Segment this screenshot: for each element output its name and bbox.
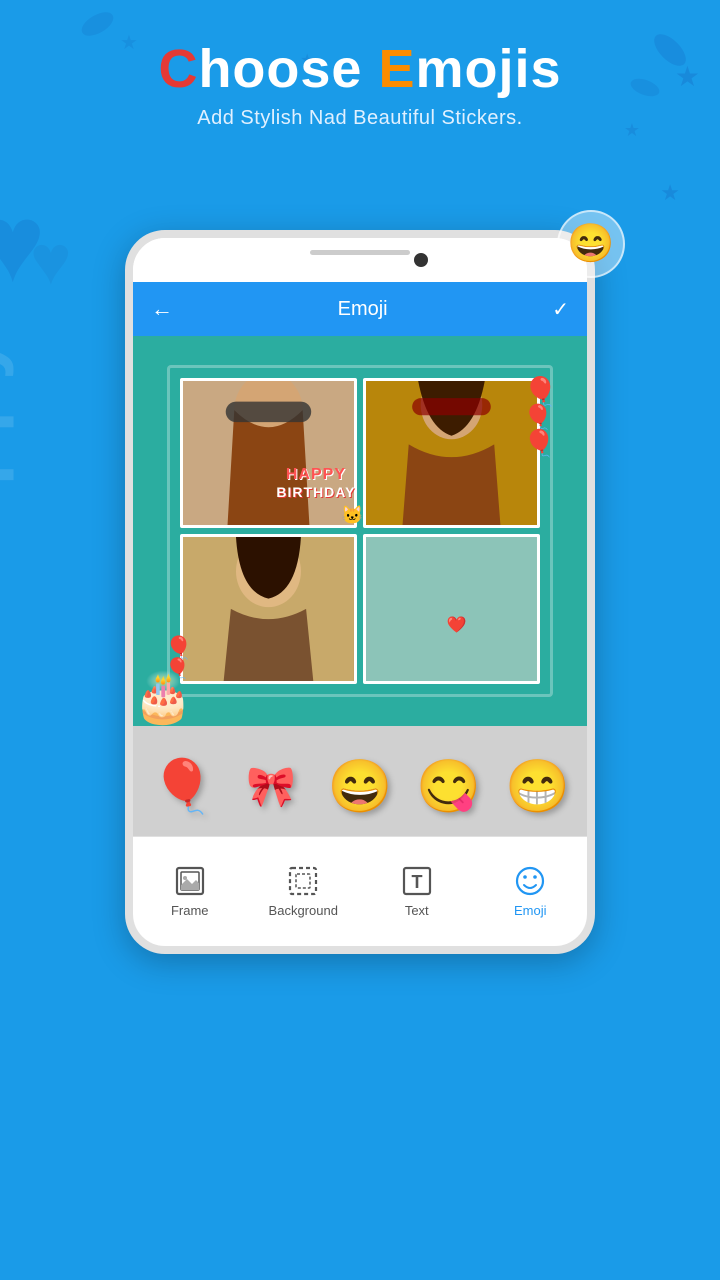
photo-2	[366, 381, 537, 525]
text-icon: T	[401, 865, 433, 897]
title-letter-e: E	[378, 39, 415, 99]
sticker-pink-balloon[interactable]: 🎀	[232, 742, 311, 831]
photo-1	[183, 381, 354, 525]
photo-collage-area: HAPPY BIRTHDAY 🎈 🎈 🎈 🎈 🎈	[133, 336, 587, 726]
phone-top-bar	[133, 238, 587, 282]
photo-3	[183, 537, 354, 681]
nav-item-background[interactable]: Background	[247, 865, 361, 918]
nav-item-emoji[interactable]: Emoji	[474, 865, 588, 918]
back-button[interactable]: ←	[151, 296, 173, 322]
photo-slot-3[interactable]	[180, 534, 357, 684]
title-rest-mojis: mojis	[416, 39, 562, 99]
sticker-balloon-cluster[interactable]: 🎈	[143, 742, 222, 831]
phone-notch	[310, 250, 410, 255]
app-toolbar: ← Emoji ✓	[133, 282, 587, 336]
sticker-smile-tongue[interactable]: 😋	[409, 742, 488, 831]
svg-text:T: T	[411, 872, 422, 892]
photo-slot-1[interactable]	[180, 378, 357, 528]
nav-label-text: Text	[405, 903, 429, 918]
frame-icon	[174, 865, 206, 897]
collage-background: HAPPY BIRTHDAY 🎈 🎈 🎈 🎈 🎈	[133, 336, 587, 726]
photo-slot-4[interactable]	[363, 534, 540, 684]
phone-side-button	[589, 358, 595, 418]
app-subtitle: Add Stylish Nad Beautiful Stickers.	[20, 107, 700, 130]
toolbar-title: Emoji	[338, 298, 388, 321]
photo-slot-2[interactable]	[363, 378, 540, 528]
sticker-grin[interactable]: 😄	[321, 742, 400, 831]
nav-label-emoji: Emoji	[514, 903, 547, 918]
collage-grid: HAPPY BIRTHDAY 🎈 🎈 🎈 🎈 🎈	[167, 365, 553, 697]
title-letter-c: C	[158, 39, 198, 99]
title-rest-choose: hoose	[198, 39, 378, 99]
floating-emoji-button[interactable]: 😄	[557, 210, 625, 278]
phone-camera	[414, 253, 428, 267]
confirm-button[interactable]: ✓	[552, 297, 569, 322]
phone-mockup: 😄 ← Emoji ✓	[125, 230, 595, 954]
nav-label-frame: Frame	[171, 903, 209, 918]
app-header-section: Choose Emojis Add Stylish Nad Beautiful …	[0, 0, 720, 140]
sticker-grin-wide[interactable]: 😁	[498, 742, 577, 831]
nav-item-text[interactable]: T Text	[360, 865, 474, 918]
phone-body: ← Emoji ✓	[125, 230, 595, 954]
nav-label-background: Background	[269, 903, 338, 918]
bottom-navigation: Frame Background T Text	[133, 836, 587, 946]
emoji-icon	[514, 865, 546, 897]
main-title: Choose Emojis	[20, 40, 700, 99]
nav-item-frame[interactable]: Frame	[133, 865, 247, 918]
background-icon	[287, 865, 319, 897]
